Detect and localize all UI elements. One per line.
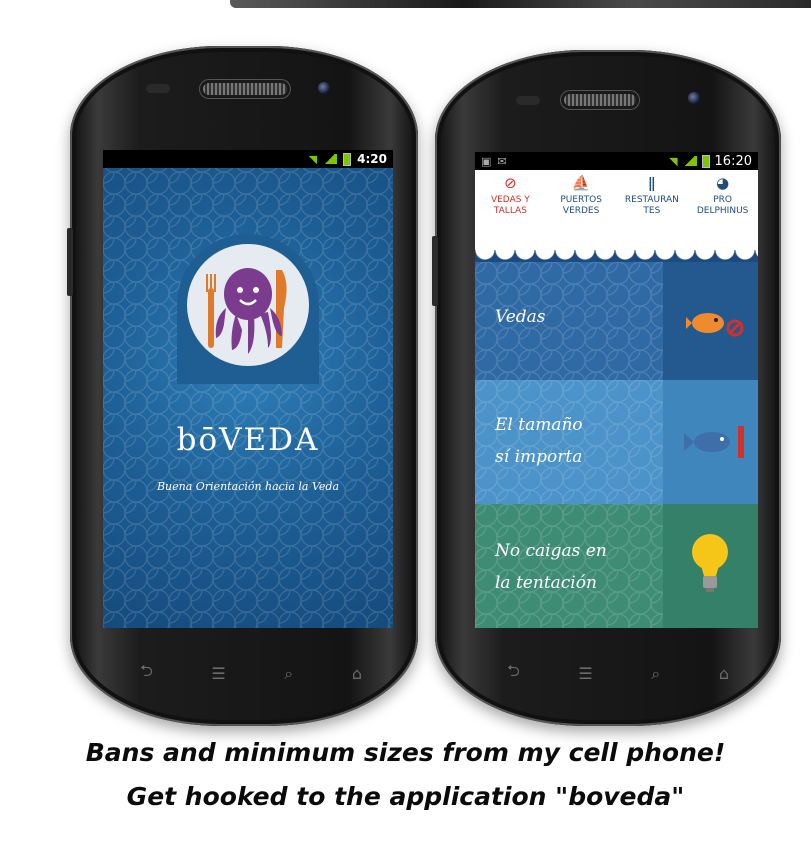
menu-icon[interactable]: ☰ xyxy=(211,664,225,683)
wifi-icon: ◥ xyxy=(669,154,678,168)
wave-pattern xyxy=(103,150,393,628)
caption-line-2: Get hooked to the application "boveda" xyxy=(126,782,685,811)
left-phone-volume-button xyxy=(67,228,73,296)
lightbulb-icon xyxy=(692,534,728,592)
right-phone-volume-button xyxy=(432,236,438,306)
right-phone-speaker xyxy=(564,94,636,106)
section-title: Vedas xyxy=(495,307,546,327)
back-icon[interactable]: ⮌ xyxy=(507,660,520,687)
status-bar: ◥ 4:20 xyxy=(103,150,393,168)
splash-screen: ◥ 4:20 bōVEDA Buena Orientación hacia la… xyxy=(103,150,393,628)
sailboat-icon: ⛵ xyxy=(571,174,591,192)
tab-label: PRO DELPHINUS xyxy=(696,195,749,216)
left-phone-navbar: ⮌ ☰ ⌕ ⌂ xyxy=(140,660,362,687)
section-el-tamano[interactable]: El tamaño sí importa xyxy=(475,380,758,504)
left-phone-sensor xyxy=(146,84,170,93)
ban-icon: ⊘ xyxy=(504,174,517,192)
section-no-caigas[interactable]: No caigas en la tentación xyxy=(475,504,758,628)
section-vedas[interactable]: Vedas xyxy=(475,262,758,380)
app-subtitle: Buena Orientación hacia la Veda xyxy=(156,480,340,493)
octopus-logo-icon xyxy=(206,268,287,354)
tab-restaurantes[interactable]: ǁ RESTAURAN TES xyxy=(617,170,688,250)
fish-ruler-icon xyxy=(684,426,744,458)
app-title: bōVEDA xyxy=(176,422,320,458)
fish-ban-icon xyxy=(686,313,744,337)
signal-icon xyxy=(323,154,338,164)
top-tabs: ⊘ VEDAS Y TALLAS ⛵ PUERTOS VERDES ǁ RESTAU… xyxy=(475,170,758,250)
mail-notification-icon: ✉ xyxy=(497,154,507,168)
top-photo-strip xyxy=(230,0,811,8)
battery-icon xyxy=(701,154,710,168)
search-icon[interactable]: ⌕ xyxy=(651,664,660,684)
status-bar: ▣ ✉ ◥ 16:20 xyxy=(475,152,758,170)
image-notification-icon: ▣ xyxy=(481,154,492,168)
left-phone-speaker xyxy=(203,83,287,95)
tab-puertos-verdes[interactable]: ⛵ PUERTOS VERDES xyxy=(546,170,617,250)
battery-icon xyxy=(343,152,352,166)
status-time: 4:20 xyxy=(357,152,387,166)
section-title-line2: sí importa xyxy=(495,447,583,467)
tab-vedas-y-tallas[interactable]: ⊘ VEDAS Y TALLAS xyxy=(475,170,546,250)
tab-pro-delphinus[interactable]: ◕ PRO DELPHINUS xyxy=(687,170,758,250)
signal-icon xyxy=(682,156,697,166)
cutlery-icon: ǁ xyxy=(648,174,656,192)
search-icon[interactable]: ⌕ xyxy=(284,664,293,684)
home-icon[interactable]: ⌂ xyxy=(352,664,362,683)
menu-icon[interactable]: ☰ xyxy=(578,664,592,683)
right-phone-sensor xyxy=(516,96,540,105)
section-title-line1: No caigas en xyxy=(495,541,607,561)
globe-icon: ◕ xyxy=(716,174,730,192)
right-phone-camera xyxy=(688,92,700,104)
home-icon[interactable]: ⌂ xyxy=(719,664,729,683)
section-title-line1: El tamaño xyxy=(495,415,583,435)
tab-label: VEDAS Y TALLAS xyxy=(490,195,530,216)
status-time: 16:20 xyxy=(714,153,752,169)
tab-label: PUERTOS VERDES xyxy=(560,195,602,216)
tab-label: RESTAURAN TES xyxy=(624,195,679,216)
section-title-line2: la tentación xyxy=(495,573,597,593)
main-menu-screen: ▣ ✉ ◥ 16:20 ⊘ VEDAS Y TALLAS ⛵ PUERTOS VER… xyxy=(475,152,758,628)
caption-line-1: Bans and minimum sizes from my cell phon… xyxy=(85,738,726,767)
back-icon[interactable]: ⮌ xyxy=(140,660,153,687)
left-phone-camera xyxy=(318,82,330,94)
right-phone-navbar: ⮌ ☰ ⌕ ⌂ xyxy=(507,660,729,687)
wifi-icon: ◥ xyxy=(308,152,318,166)
wave-divider xyxy=(475,250,758,262)
